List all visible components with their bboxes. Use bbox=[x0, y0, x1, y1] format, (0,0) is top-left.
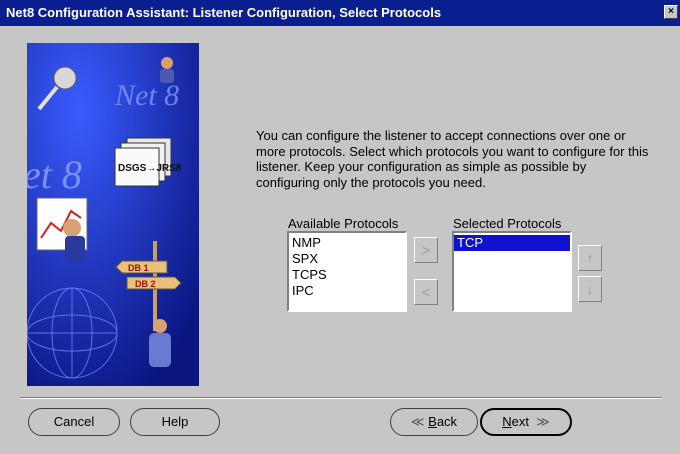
list-item[interactable]: NMP bbox=[289, 235, 405, 251]
next-label-key: N bbox=[502, 414, 512, 429]
chevron-left-icon: < bbox=[421, 284, 431, 300]
svg-text:DSGS→JRS8: DSGS→JRS8 bbox=[118, 163, 182, 174]
selected-protocols-list[interactable]: TCP bbox=[452, 231, 572, 312]
back-button[interactable]: ≪ Back bbox=[390, 408, 478, 436]
available-protocols-list[interactable]: NMP SPX TCPS IPC bbox=[287, 231, 407, 312]
list-item[interactable]: TCPS bbox=[289, 267, 405, 283]
list-item[interactable]: TCP bbox=[454, 235, 570, 251]
move-down-icon: ↓ bbox=[586, 281, 594, 297]
cancel-label: Cancel bbox=[53, 414, 95, 429]
title-bar[interactable]: Net8 Configuration Assistant: Listener C… bbox=[0, 0, 680, 26]
available-protocols-label: Available Protocols bbox=[288, 216, 399, 231]
window-title: Net8 Configuration Assistant: Listener C… bbox=[6, 5, 442, 20]
add-protocol-button[interactable]: > bbox=[414, 237, 438, 263]
remove-protocol-button[interactable]: < bbox=[414, 279, 438, 305]
move-down-button[interactable]: ↓ bbox=[578, 276, 602, 302]
back-label-rest: ack bbox=[436, 414, 458, 429]
et8-watermark: et 8 bbox=[27, 152, 82, 197]
person-icon bbox=[160, 57, 174, 83]
close-icon[interactable]: × bbox=[664, 5, 678, 19]
chevron-right-icon: ≫ bbox=[528, 414, 550, 429]
banner-graphic: Net 8 et 8 DSGS→JRS8 DB 1 DB 2 bbox=[27, 43, 199, 386]
move-up-icon: ↑ bbox=[586, 250, 594, 266]
dialog-window: Net8 Configuration Assistant: Listener C… bbox=[0, 0, 680, 454]
svg-text:DB 2: DB 2 bbox=[135, 279, 156, 289]
help-label: Help bbox=[161, 414, 189, 429]
help-button[interactable]: Help bbox=[130, 408, 220, 436]
net8-watermark: Net 8 bbox=[114, 79, 179, 112]
wizard-banner-image: Net 8 et 8 DSGS→JRS8 DB 1 DB 2 bbox=[27, 43, 199, 386]
intro-text: You can configure the listener to accept… bbox=[256, 128, 649, 190]
divider bbox=[20, 397, 662, 399]
globe-graphic bbox=[27, 287, 118, 379]
list-item[interactable]: SPX bbox=[289, 251, 405, 267]
list-item[interactable]: IPC bbox=[289, 283, 405, 299]
chevron-left-icon: ≪ bbox=[410, 414, 429, 429]
next-button[interactable]: Next ≫ bbox=[480, 408, 572, 436]
chevron-right-icon: > bbox=[421, 242, 431, 258]
move-up-button[interactable]: ↑ bbox=[578, 245, 602, 271]
next-label-rest: ext bbox=[511, 414, 529, 429]
svg-text:DB 1: DB 1 bbox=[128, 263, 149, 273]
back-label-key: B bbox=[428, 414, 437, 429]
cancel-button[interactable]: Cancel bbox=[28, 408, 120, 436]
selected-protocols-label: Selected Protocols bbox=[453, 216, 562, 231]
